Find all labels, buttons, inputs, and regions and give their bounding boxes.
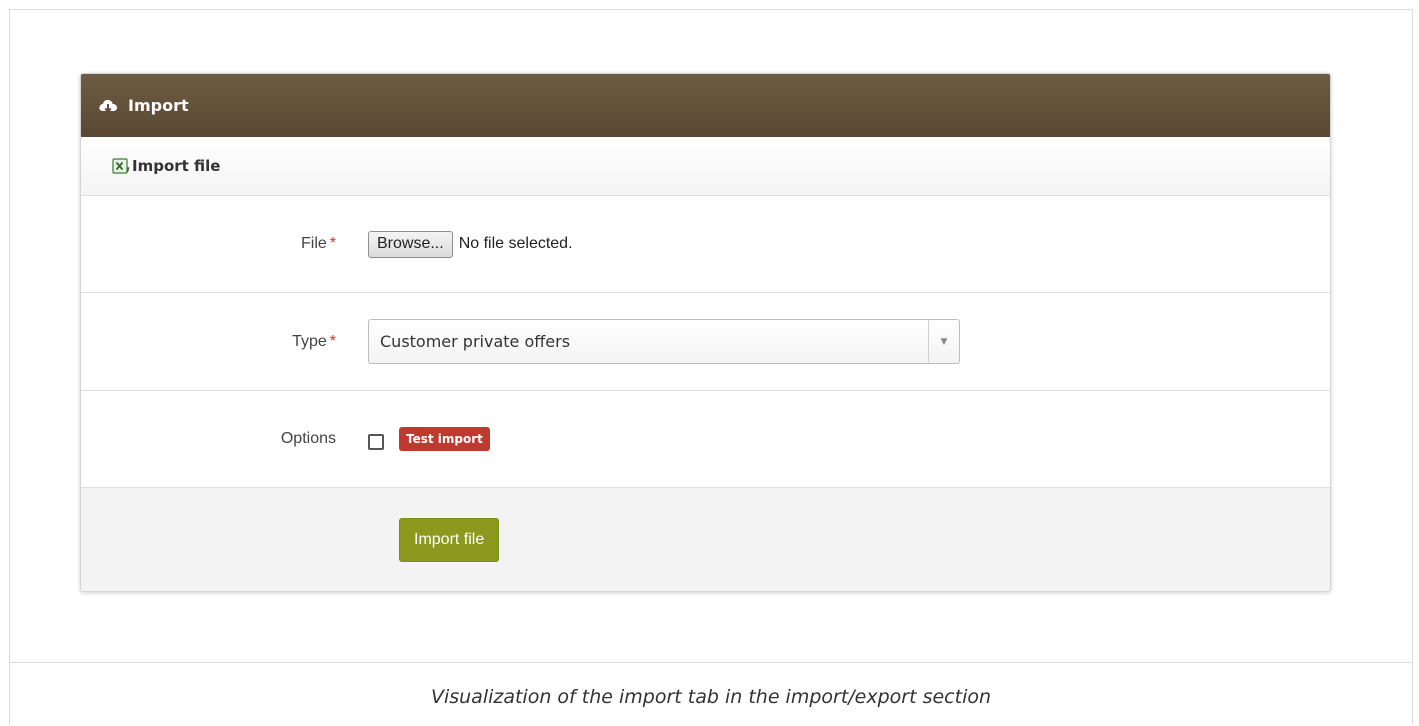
form-actions: Import file <box>81 488 1330 591</box>
panel-header: Import <box>81 74 1330 137</box>
test-import-checkbox[interactable] <box>368 434 384 450</box>
figure-caption: Visualization of the import tab in the i… <box>430 686 992 708</box>
section-title: Import file <box>132 157 221 175</box>
type-select-value: Customer private offers <box>380 332 571 351</box>
file-label: File * <box>300 235 336 252</box>
required-marker: * <box>329 235 336 252</box>
section-header: Import file <box>81 137 1330 196</box>
options-row: Options Test import <box>81 391 1330 488</box>
browse-button[interactable]: Browse... <box>368 230 453 258</box>
panel-title: Import <box>128 96 189 115</box>
type-select[interactable]: Customer private offers ▼ <box>368 319 960 364</box>
figure-frame: Import Import file File * Browse... No fi… <box>9 9 1413 725</box>
file-row: File * Browse... No file selected. <box>81 196 1330 293</box>
import-file-button[interactable]: Import file <box>399 517 500 562</box>
import-panel: Import Import file File * Browse... No fi… <box>80 73 1331 592</box>
type-row: Type * Customer private offers ▼ <box>81 293 1330 391</box>
options-label: Options <box>280 430 336 447</box>
caption-area: Visualization of the import tab in the i… <box>10 662 1412 725</box>
cloud-download-icon <box>98 98 118 114</box>
excel-file-icon <box>112 157 130 175</box>
chevron-down-icon[interactable]: ▼ <box>928 320 959 363</box>
file-status: No file selected. <box>458 235 573 252</box>
test-import-badge: Test import <box>399 427 490 451</box>
type-label: Type * <box>292 332 336 350</box>
required-marker: * <box>329 332 336 350</box>
